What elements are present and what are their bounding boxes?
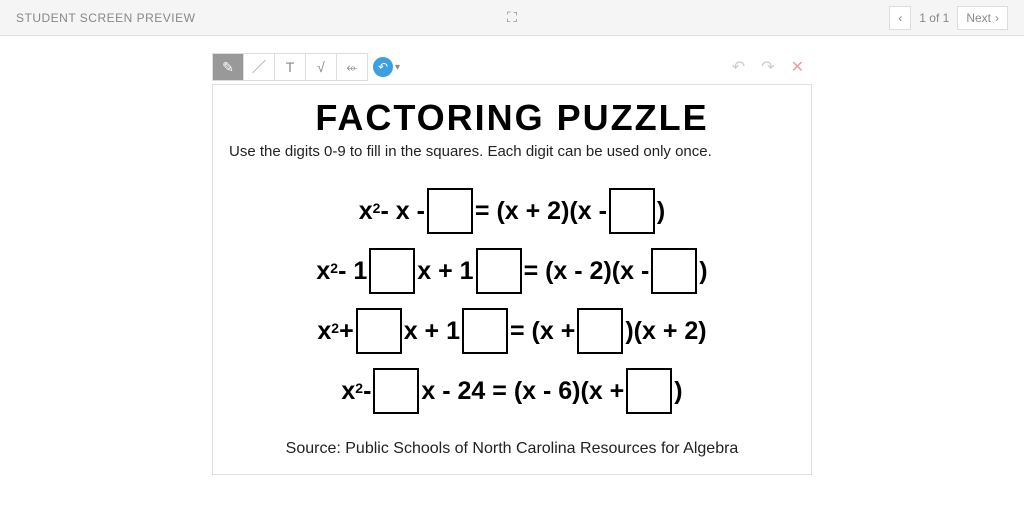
content-area: ✎ ／ T √ ⬰ ↶ ▾ ↶ ↷ ✕ FACTORING PUZZLE Use… <box>0 36 1024 475</box>
worksheet-subtitle: Use the digits 0-9 to fill in the square… <box>229 143 795 160</box>
equation-3: x2 +x + 1 = (x +)(x + 2) <box>229 308 795 354</box>
undo-icon[interactable]: ↶ <box>732 57 745 77</box>
top-bar: STUDENT SCREEN PREVIEW ⛶ ‹ 1 of 1 Next › <box>0 0 1024 36</box>
pencil-tool-button[interactable]: ✎ <box>212 53 244 81</box>
blank-box[interactable] <box>427 188 473 234</box>
equation-1: x2 - x - = (x + 2)(x -) <box>229 188 795 234</box>
pencil-icon: ✎ <box>222 59 234 76</box>
blank-box[interactable] <box>369 248 415 294</box>
math-tool-button[interactable]: √ <box>305 53 337 81</box>
equation-2: x2 - 1x + 1 = (x - 2)(x -) <box>229 248 795 294</box>
nav-right: ‹ 1 of 1 Next › <box>889 6 1008 30</box>
blank-box[interactable] <box>356 308 402 354</box>
toolbar: ✎ ／ T √ ⬰ ↶ ▾ ↶ ↷ ✕ <box>212 52 812 82</box>
caret-down-icon[interactable]: ▾ <box>395 62 400 73</box>
line-tool-button[interactable]: ／ <box>243 53 275 81</box>
text-icon: T <box>286 59 295 75</box>
blank-box[interactable] <box>651 248 697 294</box>
page-indicator: 1 of 1 <box>919 11 949 25</box>
worksheet: FACTORING PUZZLE Use the digits 0-9 to f… <box>212 84 812 475</box>
expand-icon[interactable]: ⛶ <box>507 9 517 26</box>
worksheet-source: Source: Public Schools of North Carolina… <box>229 440 795 458</box>
blank-box[interactable] <box>373 368 419 414</box>
blank-box[interactable] <box>462 308 508 354</box>
eraser-icon: ⬰ <box>346 59 357 76</box>
canvas-wrap: ✎ ／ T √ ⬰ ↶ ▾ ↶ ↷ ✕ FACTORING PUZZLE Use… <box>212 52 812 475</box>
prev-button[interactable]: ‹ <box>889 6 911 30</box>
blank-box[interactable] <box>609 188 655 234</box>
close-icon[interactable]: ✕ <box>791 57 804 77</box>
chevron-left-icon: ‹ <box>898 11 902 25</box>
chevron-right-icon: › <box>995 11 999 25</box>
blank-box[interactable] <box>577 308 623 354</box>
eraser-tool-button[interactable]: ⬰ <box>336 53 368 81</box>
next-button[interactable]: Next › <box>957 6 1008 30</box>
toolbar-right: ↶ ↷ ✕ <box>732 57 812 77</box>
redo-icon[interactable]: ↷ <box>761 57 774 77</box>
blank-box[interactable] <box>476 248 522 294</box>
line-icon: ／ <box>252 57 266 77</box>
blank-box[interactable] <box>626 368 672 414</box>
equation-4: x2 - x - 24 = (x - 6)(x +) <box>229 368 795 414</box>
preview-title: STUDENT SCREEN PREVIEW <box>16 11 195 25</box>
reset-button[interactable]: ↶ <box>373 57 393 77</box>
sqrt-icon: √ <box>317 59 325 75</box>
text-tool-button[interactable]: T <box>274 53 306 81</box>
reset-icon: ↶ <box>378 60 388 74</box>
worksheet-title: FACTORING PUZZLE <box>229 97 795 139</box>
